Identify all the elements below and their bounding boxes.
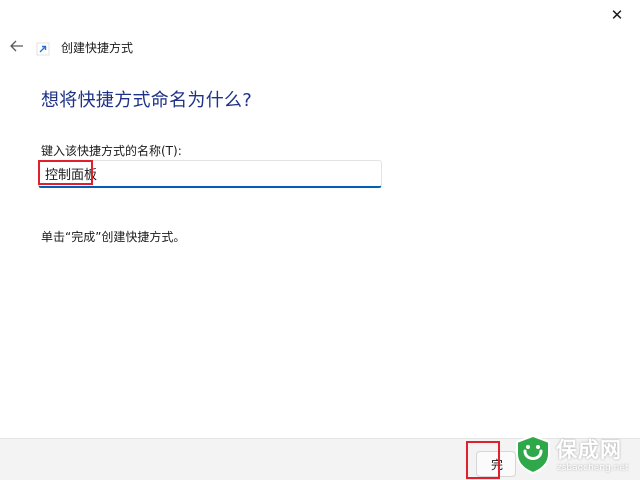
close-icon: ✕	[610, 6, 624, 24]
close-button[interactable]: ✕	[594, 0, 640, 30]
finish-button[interactable]: 完	[476, 451, 516, 477]
page-heading: 想将快捷方式命名为什么?	[41, 90, 253, 111]
shortcut-arrow-icon	[36, 42, 50, 56]
back-button[interactable]	[4, 34, 30, 58]
create-shortcut-dialog: ✕ 创建快捷方式 想将快捷方式命名为什么? 键入该快捷方式的名称(T): 单击“…	[0, 0, 640, 480]
shortcut-name-label: 键入该快捷方式的名称(T):	[41, 144, 182, 158]
watermark-logo: 保成网 zsbaocheng.net	[512, 432, 640, 479]
window-title: 创建快捷方式	[61, 41, 134, 55]
watermark-url: zsbaocheng.net	[557, 463, 629, 473]
watermark-name: 保成网	[556, 438, 622, 462]
shortcut-name-input[interactable]	[38, 160, 382, 188]
shield-logo-icon	[516, 434, 550, 474]
instruction-text: 单击“完成”创建快捷方式。	[41, 230, 186, 244]
arrow-left-icon	[10, 40, 23, 52]
